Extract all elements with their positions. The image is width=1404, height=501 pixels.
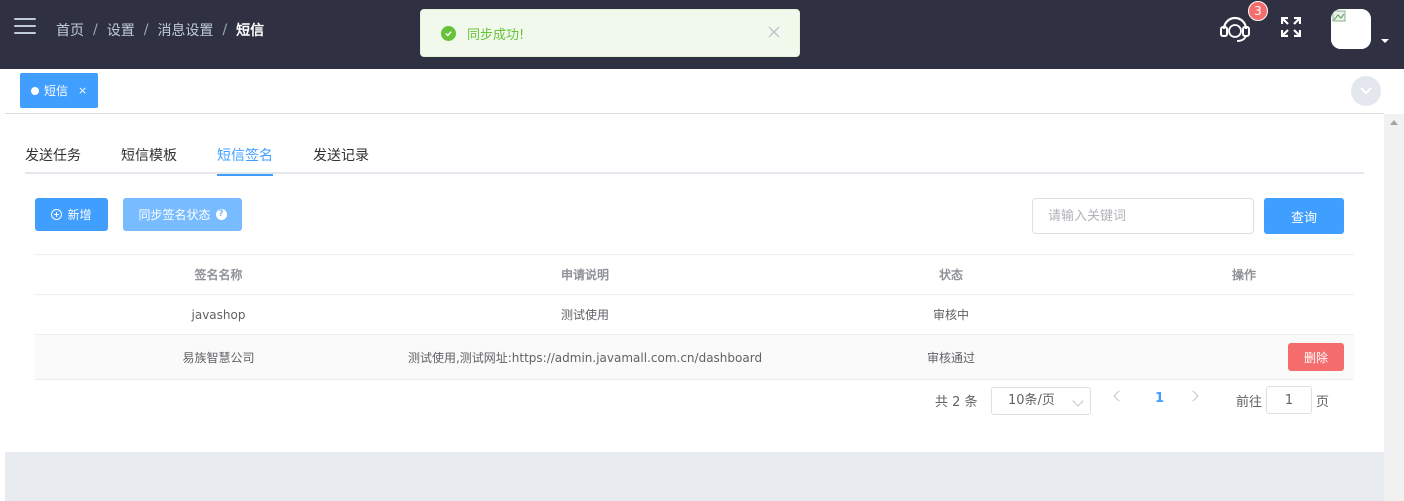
tags-view-bar: 短信 × (5, 69, 1384, 114)
breadcrumb: 首页 / 设置 / 消息设置 / 短信 (56, 20, 264, 40)
cell-actions (1134, 295, 1354, 334)
main-content: 发送任务 短信模板 短信签名 发送记录 新增 同步签名状态 ? 查询 签名名称 … (5, 114, 1384, 452)
content-footer-area (5, 452, 1384, 501)
cell-actions: 删除 (1134, 335, 1354, 379)
breadcrumb-message-settings[interactable]: 消息设置 (157, 20, 213, 40)
headset-icon[interactable] (1218, 12, 1252, 44)
goto-page-input[interactable] (1266, 386, 1312, 414)
avatar[interactable] (1331, 9, 1371, 49)
plus-circle-icon (51, 209, 63, 220)
prev-page-icon[interactable] (1113, 390, 1125, 402)
search-button[interactable]: 查询 (1264, 198, 1344, 234)
cell-description: 测试使用,测试网址:https://admin.javamall.com.cn/… (407, 350, 763, 365)
breadcrumb-separator: / (222, 22, 228, 38)
add-button[interactable]: 新增 (35, 198, 108, 231)
tag-close-icon[interactable]: × (78, 84, 87, 97)
pagination: 共 2 条 10条/页 1 前往 页 (5, 384, 1384, 415)
tag-sms[interactable]: 短信 × (20, 73, 99, 108)
table-row: 易族智慧公司 测试使用,测试网址:https://admin.javamall.… (35, 335, 1354, 380)
cell-description: 测试使用 (560, 308, 609, 322)
chevron-down-icon[interactable] (1351, 76, 1381, 106)
cell-status: 审核通过 (926, 350, 975, 365)
pagination-total: 共 2 条 (935, 395, 978, 410)
cell-status: 审核中 (932, 308, 969, 322)
column-header-actions: 操作 (1231, 268, 1256, 282)
tab-bar: 发送任务 短信模板 短信签名 发送记录 (25, 140, 1364, 176)
tab-send-records[interactable]: 发送记录 (313, 145, 369, 174)
scrollbar-top-strip (1384, 69, 1404, 114)
tab-send-tasks[interactable]: 发送任务 (25, 145, 81, 174)
sync-button-label: 同步签名状态 (138, 208, 211, 222)
tab-sms-signatures[interactable]: 短信签名 (217, 145, 273, 176)
goto-label: 前往 (1236, 395, 1263, 410)
goto-suffix: 页 (1316, 395, 1330, 410)
breadcrumb-settings[interactable]: 设置 (107, 20, 135, 40)
page-size-value: 10条/页 (1008, 393, 1055, 408)
tab-sms-templates[interactable]: 短信模板 (121, 145, 177, 174)
column-header-name: 签名名称 (194, 268, 243, 282)
chevron-down-icon (1072, 395, 1084, 407)
next-page-icon[interactable] (1187, 390, 1199, 402)
success-toast: 同步成功! (420, 9, 800, 57)
breadcrumb-current: 短信 (236, 23, 265, 39)
hamburger-icon[interactable] (14, 18, 36, 36)
fullscreen-icon[interactable] (1280, 16, 1302, 38)
add-button-label: 新增 (67, 208, 92, 222)
search-input[interactable] (1032, 198, 1254, 234)
column-header-description: 申请说明 (560, 268, 609, 282)
vertical-scrollbar[interactable] (1384, 114, 1404, 501)
toast-message: 同步成功! (467, 27, 525, 43)
notification-badge: 3 (1248, 1, 1268, 21)
column-header-status: 状态 (938, 268, 963, 282)
caret-down-icon[interactable] (1380, 34, 1390, 43)
delete-button[interactable]: 删除 (1288, 343, 1344, 371)
table-header: 签名名称 申请说明 状态 操作 (35, 254, 1354, 295)
breadcrumb-home[interactable]: 首页 (56, 20, 84, 40)
cell-name: javashop (191, 307, 246, 322)
scroll-up-arrow-icon[interactable] (1390, 120, 1398, 125)
breadcrumb-separator: / (93, 22, 98, 38)
sync-status-button[interactable]: 同步签名状态 ? (123, 198, 242, 231)
tag-label: 短信 (44, 84, 69, 98)
page-size-select[interactable]: 10条/页 (991, 387, 1091, 415)
cell-name: 易族智慧公司 (182, 350, 255, 365)
question-icon[interactable]: ? (215, 209, 227, 220)
breadcrumb-separator: / (143, 22, 149, 38)
check-circle-icon (441, 25, 456, 41)
close-icon[interactable] (767, 25, 781, 39)
table-row: javashop 测试使用 审核中 (35, 295, 1354, 335)
signature-table: 签名名称 申请说明 状态 操作 javashop 测试使用 审核中 易族智慧公司… (35, 254, 1354, 380)
active-dot-icon (31, 86, 39, 95)
page-number-current[interactable]: 1 (1155, 391, 1164, 406)
